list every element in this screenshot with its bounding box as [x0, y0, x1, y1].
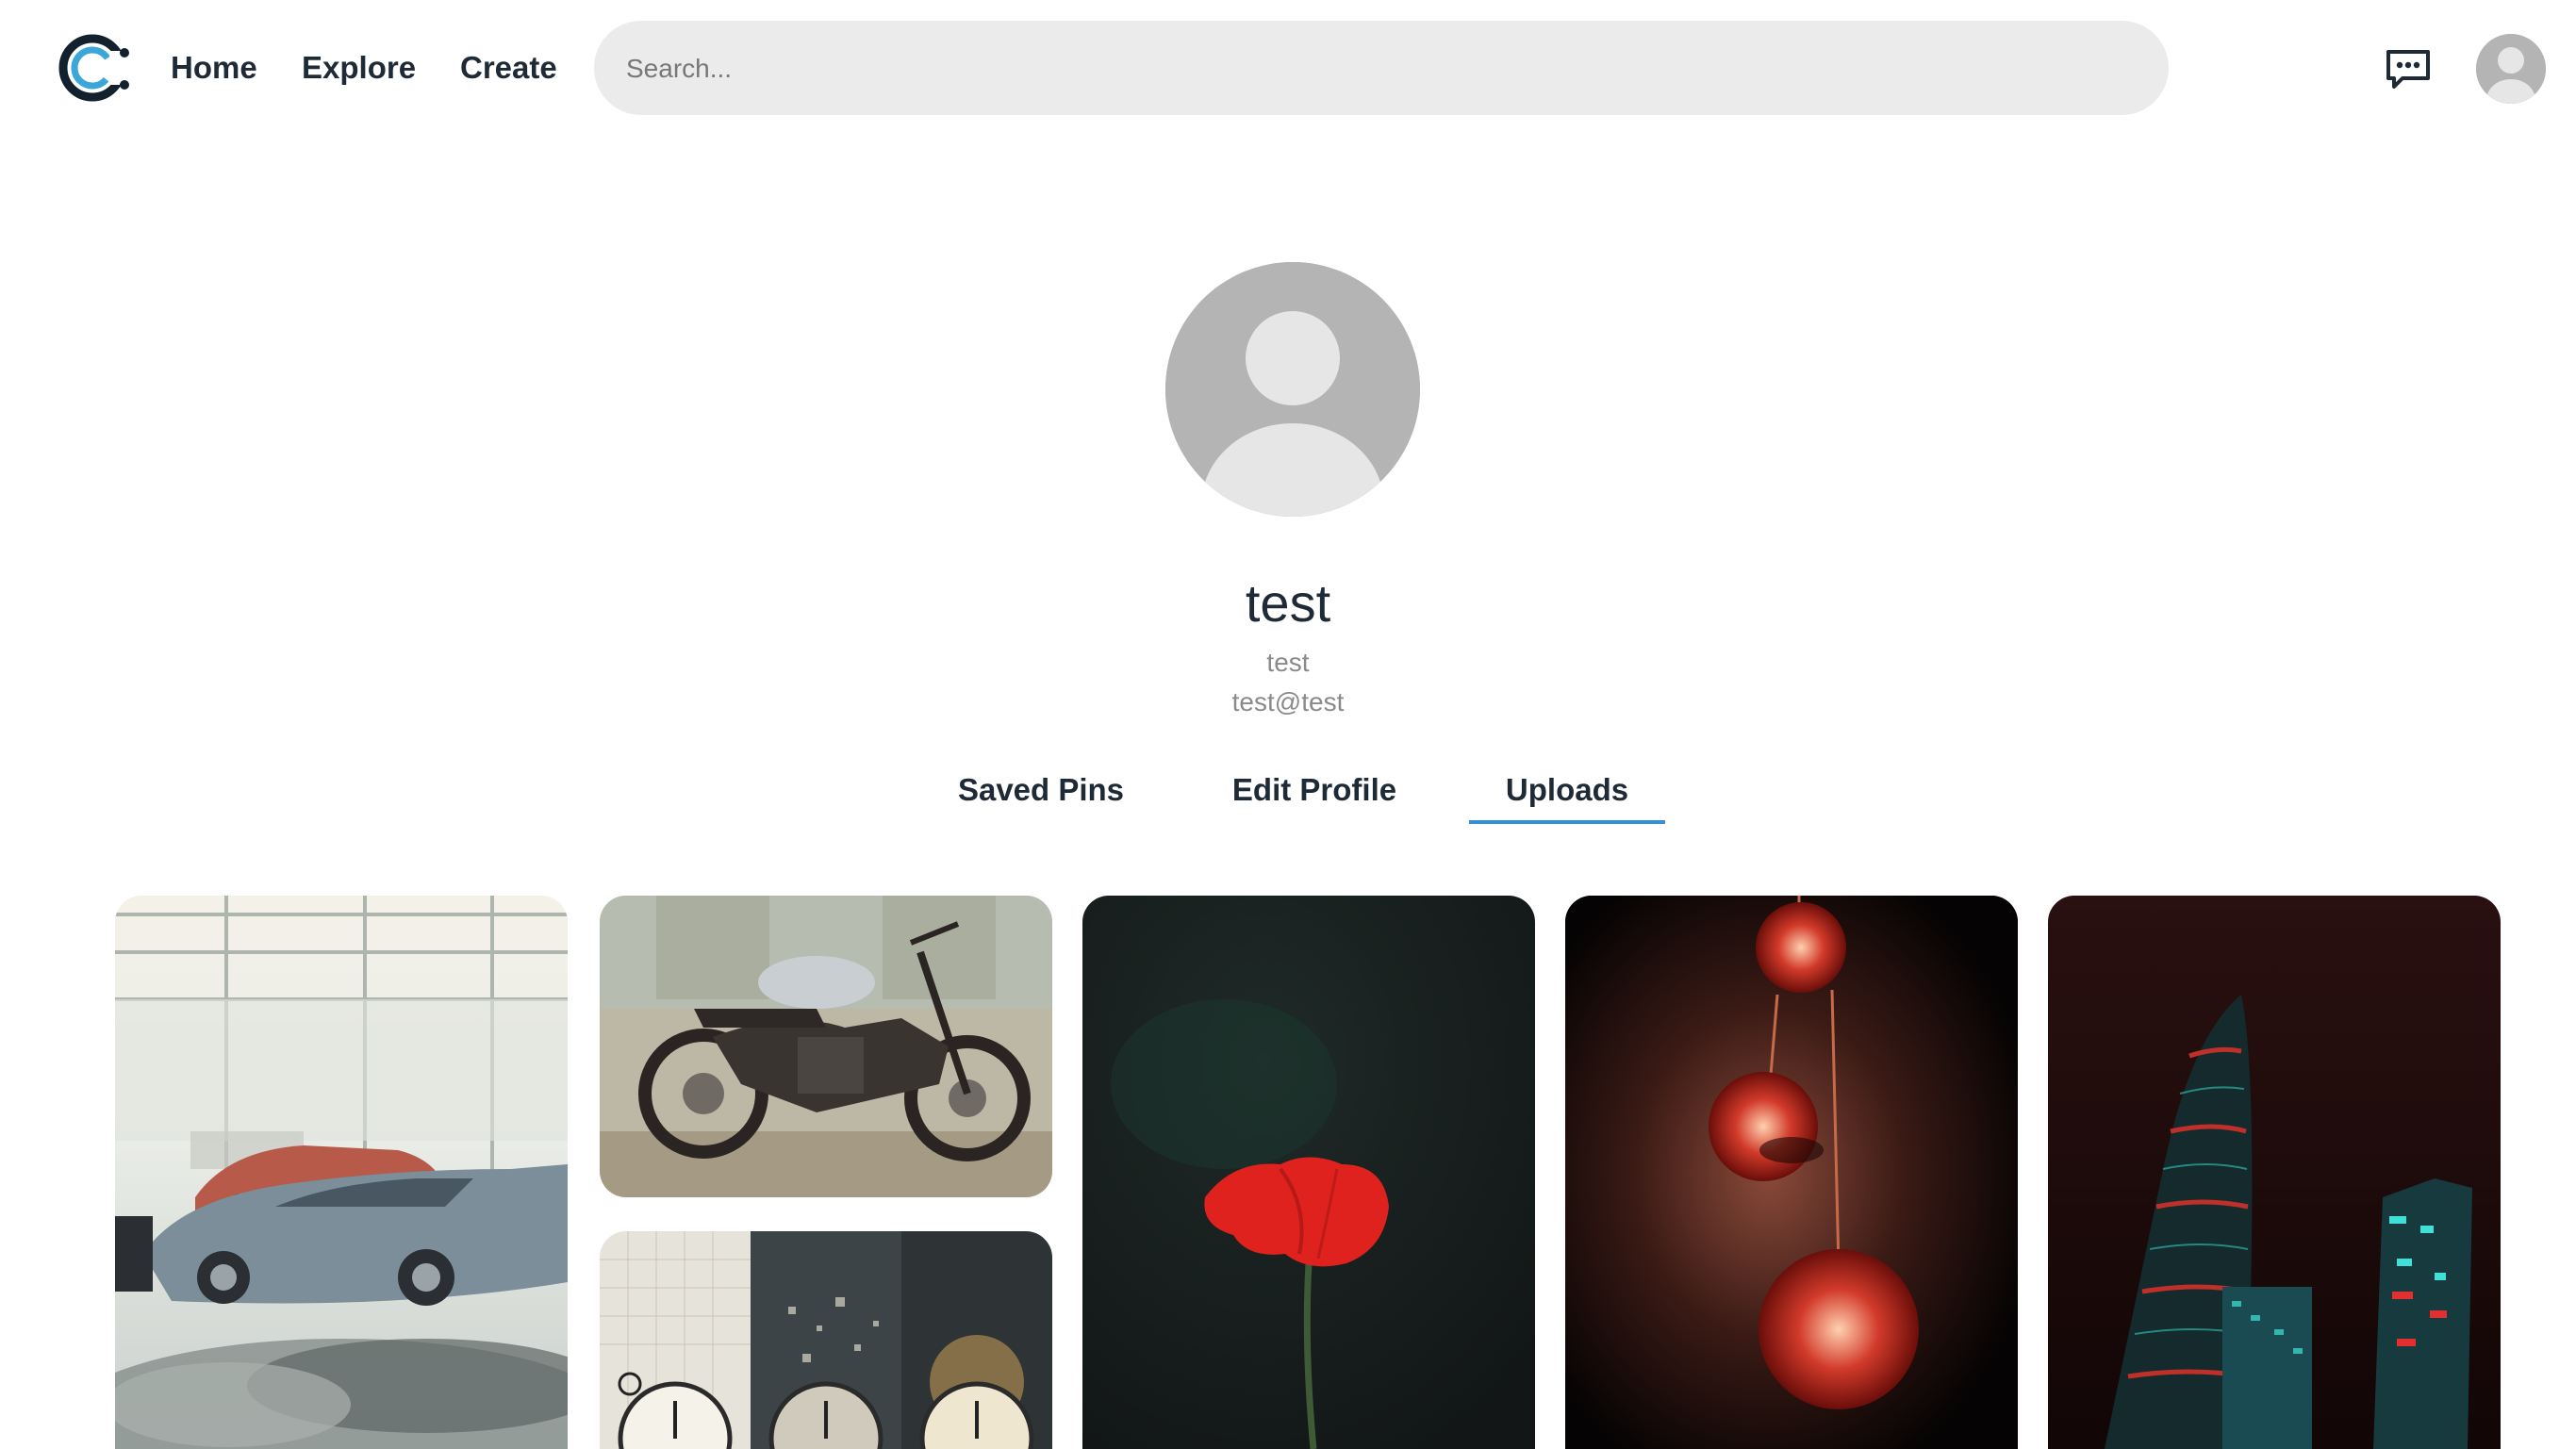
logo-icon[interactable]: [57, 30, 132, 106]
profile-email: test@test: [1231, 687, 1345, 716]
tab-edit-profile[interactable]: Edit Profile: [1216, 769, 1412, 811]
profile-username: test: [1266, 648, 1310, 677]
pin-card-skyscrapers[interactable]: [2048, 896, 2501, 1449]
chat-bubble-icon[interactable]: [2384, 47, 2433, 92]
profile-avatar: [1165, 262, 1420, 517]
tab-uploads[interactable]: Uploads: [1469, 769, 1665, 811]
search-bar: [594, 21, 2169, 117]
nav-create-link[interactable]: Create: [460, 49, 557, 87]
pin-card-poppy[interactable]: [1082, 896, 1535, 1449]
pin-card-lamps[interactable]: [1565, 896, 2018, 1449]
profile-display-name: test: [1245, 573, 1331, 633]
top-navigation-bar: Home Explore Create: [0, 0, 2576, 137]
nav-explore-link[interactable]: Explore: [302, 49, 416, 87]
pin-card-motorcycle[interactable]: [600, 896, 1052, 1197]
nav-home-link[interactable]: Home: [171, 49, 257, 87]
pin-card-clocks[interactable]: [600, 1231, 1052, 1449]
active-tab-indicator: [1469, 820, 1665, 824]
user-avatar-icon[interactable]: [2476, 34, 2546, 104]
pin-card-cars[interactable]: [115, 896, 568, 1449]
tab-saved-pins[interactable]: Saved Pins: [943, 769, 1139, 811]
search-input[interactable]: [624, 21, 2137, 117]
